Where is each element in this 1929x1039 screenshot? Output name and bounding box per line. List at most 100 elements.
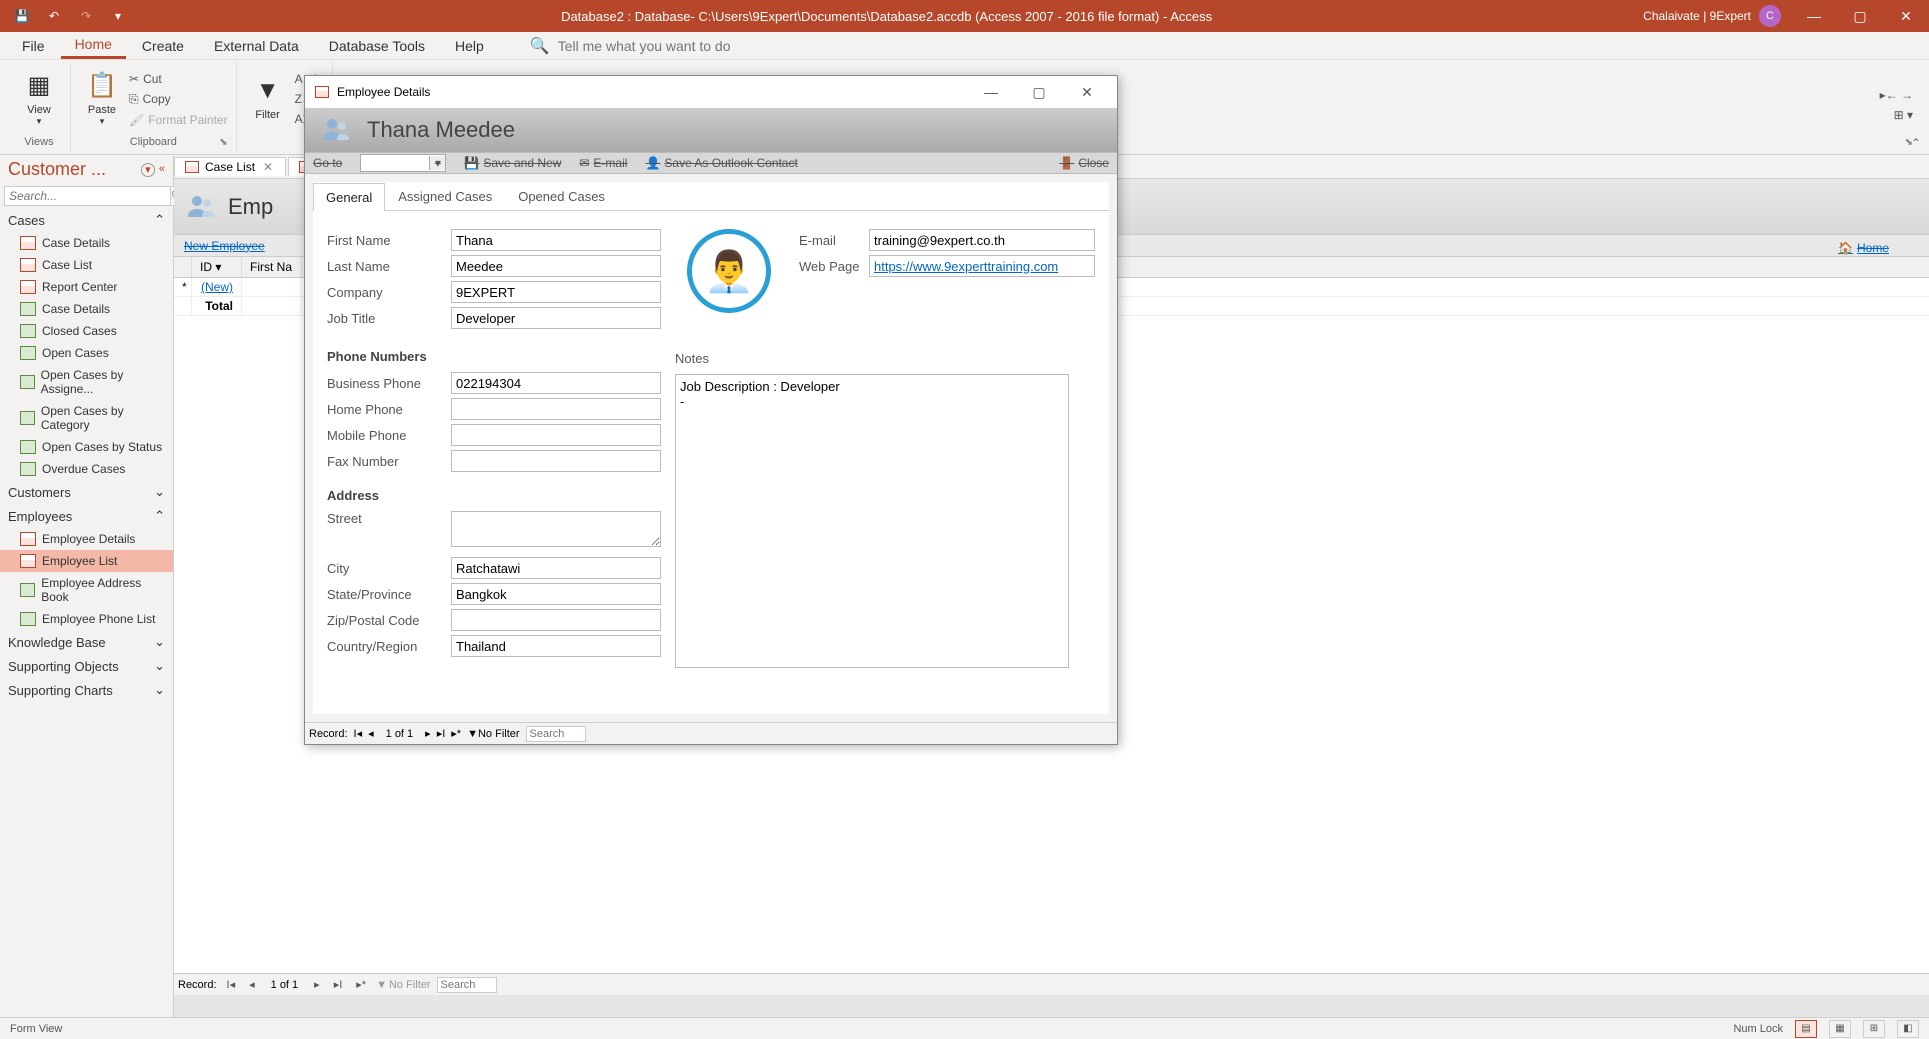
navitem-closed-cases[interactable]: Closed Cases <box>0 320 173 342</box>
new-row-id[interactable]: (New) <box>201 280 233 294</box>
design-view-button[interactable]: ◧ <box>1897 1020 1919 1038</box>
recnav-next[interactable]: ▸ <box>310 978 324 991</box>
navgroup-supporting-charts[interactable]: Supporting Charts⌄ <box>0 678 173 702</box>
navitem-open-cases-status[interactable]: Open Cases by Status <box>0 436 173 458</box>
navitem-employee-address-book[interactable]: Employee Address Book <box>0 572 173 608</box>
navitem-employee-list[interactable]: Employee List <box>0 550 173 572</box>
qat-customize-icon[interactable]: ▾ <box>106 4 130 28</box>
state-input[interactable] <box>451 583 661 605</box>
tab-assigned-cases[interactable]: Assigned Cases <box>385 182 505 210</box>
view-button[interactable]: ▦ View ▾ <box>16 64 62 134</box>
popup-recnav-new[interactable]: ▸* <box>451 727 461 740</box>
recnav-first[interactable]: I◂ <box>223 978 240 991</box>
navpane-dropdown-icon[interactable]: ▾ <box>141 163 155 177</box>
home-phone-input[interactable] <box>451 398 661 420</box>
tab-home[interactable]: Home <box>61 32 126 59</box>
navpane-title[interactable]: Customer ... <box>8 159 106 180</box>
popup-recnav-first[interactable]: I◂ <box>354 727 363 740</box>
ribbon-extra-2[interactable]: ⊞ ▾ <box>1894 106 1913 124</box>
email-input[interactable] <box>869 229 1095 251</box>
save-outlook-button[interactable]: 👤Save As Outlook Contact <box>645 156 797 170</box>
tab-external-data[interactable]: External Data <box>200 34 313 58</box>
goto-combo[interactable]: ▾ <box>360 154 446 172</box>
recnav-last[interactable]: ▸I <box>330 978 347 991</box>
recnav-search[interactable] <box>437 977 497 993</box>
user-avatar[interactable]: C <box>1759 5 1781 27</box>
col-id[interactable]: ID ▾ <box>192 257 242 277</box>
undo-icon[interactable]: ↶ <box>42 4 66 28</box>
tell-me[interactable]: 🔍 <box>530 36 758 56</box>
biz-phone-input[interactable] <box>451 372 661 394</box>
recnav-prev[interactable]: ◂ <box>245 978 259 991</box>
popup-maximize[interactable]: ▢ <box>1019 84 1059 101</box>
notes-input[interactable] <box>675 374 1069 668</box>
navitem-overdue-cases[interactable]: Overdue Cases <box>0 458 173 480</box>
close-form-button[interactable]: 🚪Close <box>1059 156 1109 170</box>
fax-input[interactable] <box>451 450 661 472</box>
web-link[interactable]: https://www.9experttraining.com <box>874 259 1058 274</box>
navitem-open-cases-category[interactable]: Open Cases by Category <box>0 400 173 436</box>
navgroup-cases[interactable]: Cases⌃ <box>0 208 173 232</box>
recnav-nofilter[interactable]: ▼No Filter <box>376 979 430 991</box>
collapse-ribbon-icon[interactable]: ⌃ <box>1911 136 1921 150</box>
last-name-input[interactable] <box>451 255 661 277</box>
job-title-input[interactable] <box>451 307 661 329</box>
tab-create[interactable]: Create <box>128 34 198 58</box>
navitem-open-cases-assignee[interactable]: Open Cases by Assigne... <box>0 364 173 400</box>
layout-view-button[interactable]: ⊞ <box>1863 1020 1885 1038</box>
popup-recnav-nofilter[interactable]: ▼No Filter <box>467 728 519 740</box>
copy-button[interactable]: ⎘Copy <box>129 90 228 109</box>
tab-help[interactable]: Help <box>441 34 498 58</box>
recnav-new[interactable]: ▸* <box>352 978 370 991</box>
close-button[interactable]: ✕ <box>1883 0 1929 32</box>
paste-button[interactable]: 📋 Paste ▾ <box>79 64 125 134</box>
employee-avatar[interactable]: 👨‍💼 <box>687 229 771 313</box>
email-button[interactable]: ✉E-mail <box>579 156 627 170</box>
new-employee-link[interactable]: New Employee <box>184 239 265 253</box>
user-label[interactable]: Chalaivate | 9Expert <box>1643 9 1751 23</box>
ribbon-extra-1[interactable]: ▸← → <box>1880 86 1913 104</box>
country-input[interactable] <box>451 635 661 657</box>
city-input[interactable] <box>451 557 661 579</box>
redo-icon[interactable]: ↷ <box>74 4 98 28</box>
maximize-button[interactable]: ▢ <box>1837 0 1883 32</box>
doctab-case-list[interactable]: Case List ✕ <box>174 157 286 176</box>
web-input-wrapper[interactable]: https://www.9experttraining.com <box>869 255 1095 277</box>
tab-opened-cases[interactable]: Opened Cases <box>505 182 618 210</box>
street-input[interactable] <box>451 511 661 547</box>
company-input[interactable] <box>451 281 661 303</box>
navitem-case-list[interactable]: Case List <box>0 254 173 276</box>
navpane-collapse-icon[interactable]: « <box>159 163 165 177</box>
cut-button[interactable]: ✂Cut <box>129 70 228 88</box>
tell-me-input[interactable] <box>558 38 758 54</box>
navitem-report-center[interactable]: Report Center <box>0 276 173 298</box>
popup-recnav-prev[interactable]: ◂ <box>368 727 374 740</box>
clipboard-dialog-launcher[interactable]: ⬊ <box>219 137 227 148</box>
save-new-button[interactable]: 💾Save and New <box>464 156 561 170</box>
save-icon[interactable]: 💾 <box>10 4 34 28</box>
tab-database-tools[interactable]: Database Tools <box>315 34 439 58</box>
filter-button[interactable]: ▼ Filter <box>245 64 291 134</box>
navgroup-supporting-objects[interactable]: Supporting Objects⌄ <box>0 654 173 678</box>
navitem-case-details-report[interactable]: Case Details <box>0 298 173 320</box>
popup-recnav-next[interactable]: ▸ <box>425 727 431 740</box>
home-link[interactable]: 🏠Home <box>1838 241 1889 255</box>
navitem-employee-phone-list[interactable]: Employee Phone List <box>0 608 173 630</box>
form-view-button[interactable]: ▤ <box>1795 1020 1817 1038</box>
popup-recnav-search[interactable] <box>526 726 586 742</box>
first-name-input[interactable] <box>451 229 661 251</box>
popup-recnav-last[interactable]: ▸I <box>437 727 446 740</box>
popup-close[interactable]: ✕ <box>1067 84 1107 101</box>
navgroup-customers[interactable]: Customers⌄ <box>0 480 173 504</box>
navitem-case-details[interactable]: Case Details <box>0 232 173 254</box>
popup-minimize[interactable]: — <box>971 84 1011 100</box>
mobile-phone-input[interactable] <box>451 424 661 446</box>
row-selector-head[interactable] <box>174 257 192 277</box>
format-painter-button[interactable]: 🖌Format Painter <box>129 111 228 129</box>
navitem-employee-details[interactable]: Employee Details <box>0 528 173 550</box>
navgroup-employees[interactable]: Employees⌃ <box>0 504 173 528</box>
zip-input[interactable] <box>451 609 661 631</box>
col-firstname[interactable]: First Na <box>242 257 302 277</box>
tab-file[interactable]: File <box>8 34 59 58</box>
datasheet-view-button[interactable]: ▦ <box>1829 1020 1851 1038</box>
